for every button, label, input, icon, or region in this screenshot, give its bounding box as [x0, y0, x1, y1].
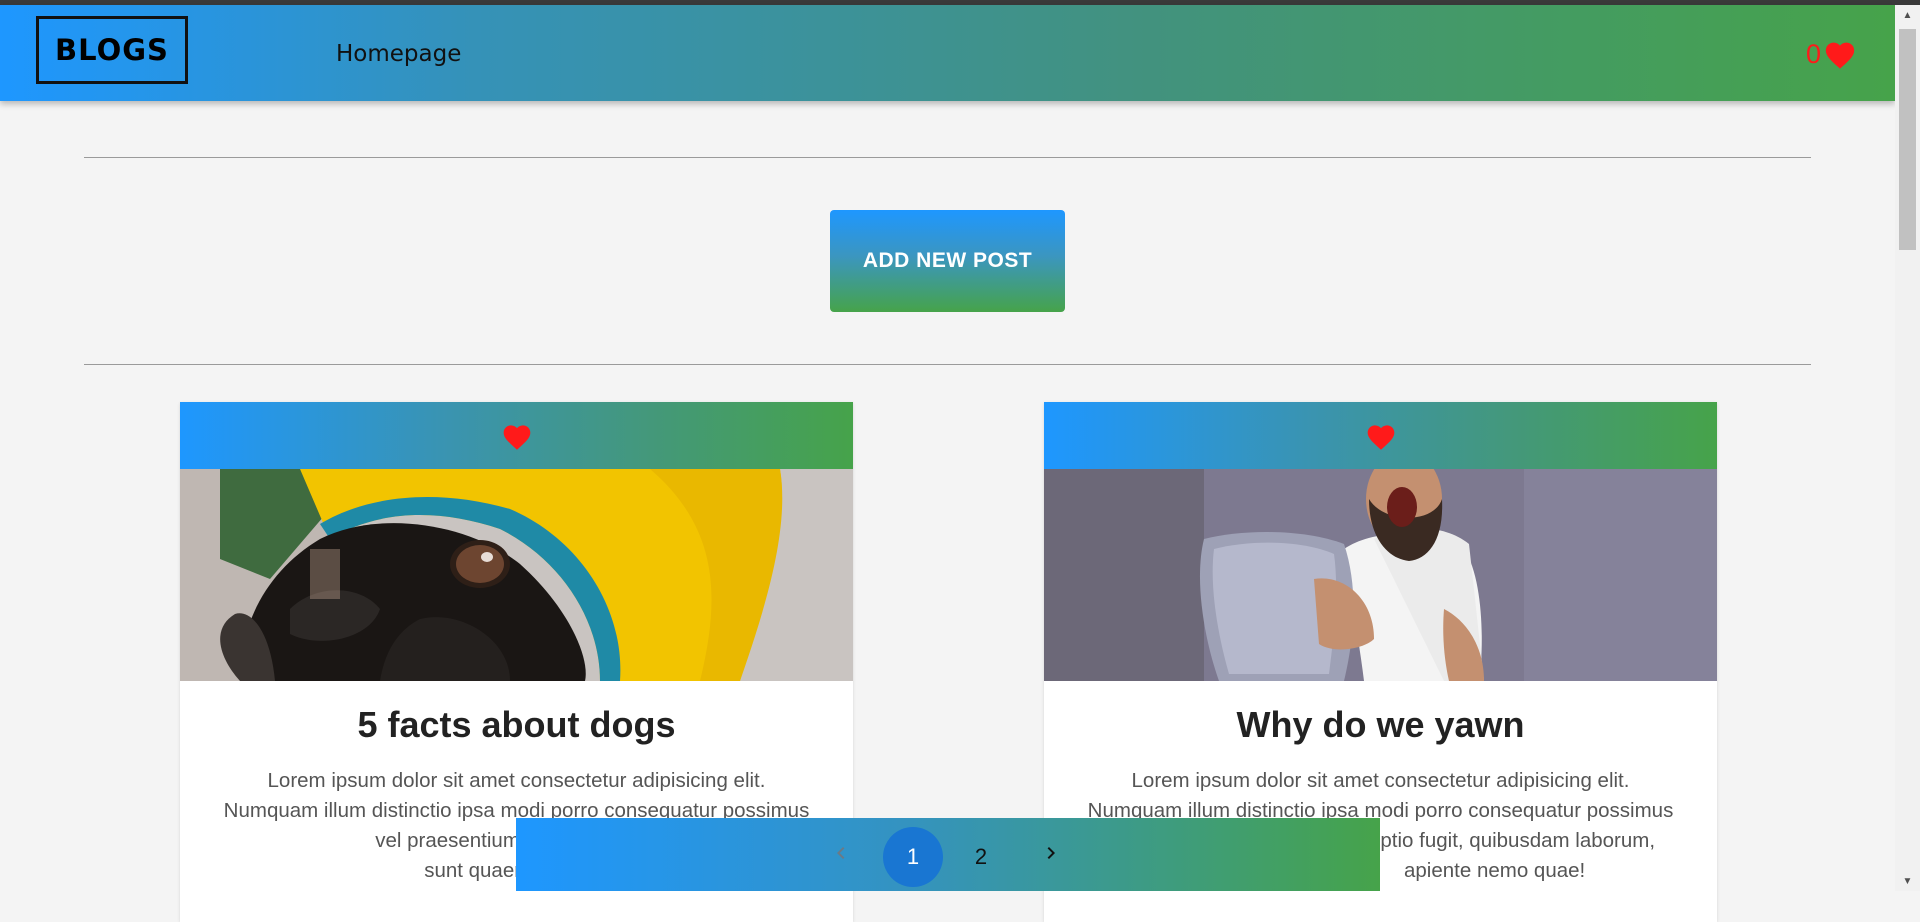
post-title[interactable]: 5 facts about dogs [180, 704, 853, 746]
pug-image [180, 469, 853, 681]
favorites-count: 0 [1806, 38, 1822, 69]
post-excerpt-line: Lorem ipsum dolor sit amet consectetur a… [267, 769, 766, 792]
post-image[interactable] [180, 469, 853, 681]
blogs-logo[interactable]: BLOGS [36, 16, 188, 84]
post-image[interactable] [1044, 469, 1717, 681]
post-card-header [1044, 402, 1717, 469]
chevron-left-icon[interactable] [826, 838, 856, 868]
add-new-post-button[interactable]: ADD NEW POST [830, 210, 1065, 312]
yawning-man-image [1044, 469, 1717, 681]
chevron-right-icon[interactable] [1036, 838, 1066, 868]
divider-top [84, 157, 1811, 158]
scroll-up-icon[interactable]: ▲ [1895, 5, 1920, 25]
heart-icon[interactable] [501, 421, 533, 451]
page-button-1[interactable]: 1 [883, 827, 943, 887]
scrollbar-thumb[interactable] [1899, 29, 1916, 250]
heart-icon[interactable] [1365, 421, 1397, 451]
divider-bottom [84, 364, 1811, 365]
nav-link-homepage[interactable]: Homepage [336, 41, 461, 67]
pagination-bar: 1 2 [516, 818, 1380, 891]
page-scrollbar[interactable]: ▲ ▼ [1895, 5, 1920, 891]
favorites-counter[interactable]: 0 [1806, 38, 1857, 70]
heart-icon [1825, 42, 1855, 69]
post-title[interactable]: Why do we yawn [1044, 704, 1717, 746]
page-button-2[interactable]: 2 [951, 827, 1011, 887]
post-card-header [180, 402, 853, 469]
top-navbar: BLOGS Homepage 0 [0, 5, 1895, 101]
scroll-down-icon[interactable]: ▼ [1895, 871, 1920, 891]
post-excerpt-line: Lorem ipsum dolor sit amet consectetur a… [1131, 769, 1630, 792]
